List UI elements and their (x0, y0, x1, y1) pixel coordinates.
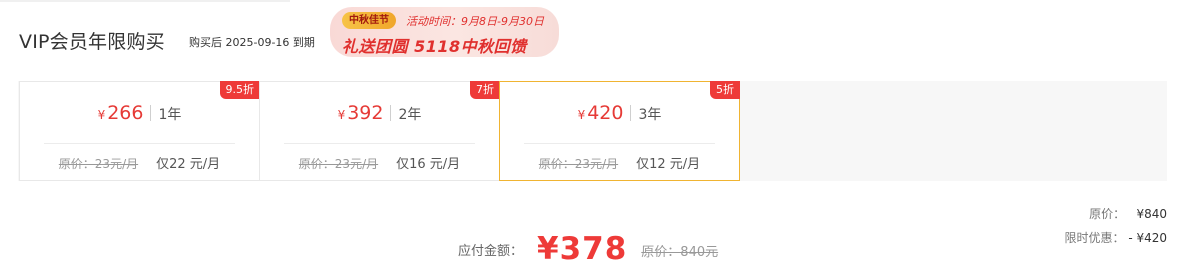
discount-badge: 5折 (710, 81, 740, 99)
summary-discount: 限时优惠： - ¥420 (1064, 229, 1167, 246)
currency-symbol: ¥ (337, 108, 346, 122)
plan-monthly-price: 仅16 元/月 (396, 157, 461, 172)
summary-discount-value: - ¥420 (1128, 231, 1167, 245)
plan-original-price: 原价：23元/月 (298, 157, 379, 171)
plan-card-3-year[interactable]: 5折 ¥420 3年 原价：23元/月 仅12 元/月 (499, 81, 740, 181)
currency-symbol: ¥ (577, 108, 586, 122)
discount-badge: 9.5折 (219, 81, 260, 99)
plan-duration: 3年 (638, 107, 662, 123)
summary-original-label: 原价： (1089, 207, 1126, 221)
plan-original-price: 原价：23元/月 (538, 157, 619, 171)
expire-date-note: 购买后 2025-09-16 到期 (189, 36, 315, 49)
plan-duration: 1年 (158, 107, 182, 123)
plan-original-price: 原价：23元/月 (58, 157, 139, 171)
plan-card-1-year[interactable]: 9.5折 ¥266 1年 原价：23元/月 仅22 元/月 (19, 81, 260, 181)
plan-card-2-year[interactable]: 7折 ¥392 2年 原价：23元/月 仅16 元/月 (259, 81, 500, 181)
summary-original-value: ¥840 (1136, 207, 1167, 221)
card-divider (44, 143, 235, 144)
card-divider (284, 143, 475, 144)
plan-price: 392 (347, 102, 384, 124)
summary-discount-label: 限时优惠： (1064, 231, 1125, 245)
card-divider (524, 143, 715, 144)
plan-price: 420 (587, 102, 624, 124)
plan-duration: 2年 (398, 107, 422, 123)
top-divider (0, 0, 290, 2)
summary-original: 原价： ¥840 (1089, 205, 1167, 222)
promo-headline: 礼送团圆 5118中秋回馈 (342, 37, 527, 56)
payment-amount: ¥378 (537, 231, 628, 267)
mid-autumn-promo-banner[interactable]: 中秋佳节 活动时间：9月8日-9月30日 礼送团圆 5118中秋回馈 (330, 7, 559, 57)
payment-total: 应付金额： ¥378 原价：840元 (458, 231, 718, 267)
promo-period: 活动时间：9月8日-9月30日 (406, 15, 544, 28)
promo-tag: 中秋佳节 (342, 12, 396, 29)
price-separator (630, 105, 632, 121)
payment-label: 应付金额： (458, 244, 524, 259)
price-separator (390, 105, 392, 121)
plan-monthly-price: 仅12 元/月 (636, 157, 701, 172)
page-title: VIP会员年限购买 (19, 31, 165, 53)
plan-monthly-price: 仅22 元/月 (156, 157, 221, 172)
discount-badge: 7折 (470, 81, 500, 99)
currency-symbol: ¥ (97, 108, 106, 122)
payment-original-price: 原价：840元 (641, 245, 719, 260)
price-separator (150, 105, 152, 121)
plan-price: 266 (107, 102, 144, 124)
